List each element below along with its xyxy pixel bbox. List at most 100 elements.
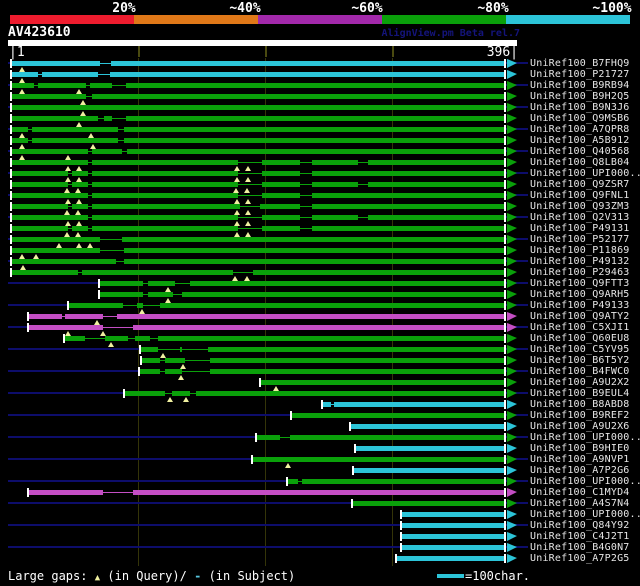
alignment-bar[interactable]	[12, 72, 505, 77]
hit-label[interactable]: UniRef100_P49132	[530, 256, 640, 267]
hit-label[interactable]: UniRef100_B6T5Y2	[530, 355, 640, 366]
hit-label[interactable]: UniRef100_A9NVP1	[530, 454, 640, 465]
hit-label[interactable]: UniRef100_UPI000..	[530, 509, 640, 520]
scale-segment-1	[10, 15, 134, 24]
hit-label[interactable]: UniRef100_A7QPR8	[530, 124, 640, 135]
alignment-bar[interactable]	[288, 479, 505, 484]
hit-label[interactable]: UniRef100_UPI000..	[530, 432, 640, 443]
hit-label[interactable]: UniRef100_A9U2X6	[530, 421, 640, 432]
alignment-bar[interactable]	[12, 237, 505, 242]
watermark-text: AlignView.pm Beta rel.7	[340, 28, 520, 39]
bar-end-tick	[504, 433, 506, 442]
hit-label[interactable]: UniRef100_Q2V313	[530, 212, 640, 223]
alignment-bar[interactable]	[323, 402, 505, 407]
hit-label[interactable]: UniRef100_Q9FNL1	[530, 190, 640, 201]
hit-label[interactable]: UniRef100_Q9ATY2	[530, 311, 640, 322]
hit-label[interactable]: UniRef100_C5YV95	[530, 344, 640, 355]
alignment-bar[interactable]	[402, 534, 505, 539]
alignment-bar[interactable]	[402, 545, 505, 550]
hit-label[interactable]: UniRef100_Q9ARH5	[530, 289, 640, 300]
hit-label[interactable]: UniRef100_A9U2X2	[530, 377, 640, 388]
bar-start-tick	[400, 521, 402, 530]
alignment-bar[interactable]	[12, 61, 505, 66]
alignment-bar[interactable]	[12, 116, 505, 121]
alignment-bar[interactable]	[353, 501, 505, 506]
hit-label[interactable]: UniRef100_Q9MSB6	[530, 113, 640, 124]
bar-end-tick	[504, 246, 506, 255]
hit-label[interactable]: UniRef100_Q60EU8	[530, 333, 640, 344]
bar-end-tick	[504, 323, 506, 332]
hit-label[interactable]: UniRef100_Q9ZSR7	[530, 179, 640, 190]
alignment-bar[interactable]	[29, 490, 505, 495]
alignment-row: UniRef100_UPI000..	[0, 168, 640, 179]
hit-label[interactable]: UniRef100_P49131	[530, 223, 640, 234]
hit-label[interactable]: UniRef100_C5XJI1	[530, 322, 640, 333]
bar-end-tick	[504, 169, 506, 178]
alignment-bar[interactable]	[351, 424, 505, 429]
hit-label[interactable]: UniRef100_B9REF2	[530, 410, 640, 421]
alignment-bar[interactable]	[12, 248, 505, 253]
alignment-bar[interactable]	[12, 127, 505, 132]
alignment-bar[interactable]	[100, 281, 505, 286]
hit-label[interactable]: UniRef100_P11869	[530, 245, 640, 256]
alignment-bar[interactable]	[100, 292, 505, 297]
hit-label[interactable]: UniRef100_B9N3J6	[530, 102, 640, 113]
subject-gap-dash-icon	[88, 173, 92, 174]
bar-end-tick	[504, 202, 506, 211]
alignment-bar[interactable]	[257, 435, 505, 440]
hit-label[interactable]: UniRef100_A5B912	[530, 135, 640, 146]
subject-gap-dash-icon	[175, 283, 190, 284]
alignment-bar[interactable]	[253, 457, 505, 462]
bar-end-tick	[504, 389, 506, 398]
hit-label[interactable]: UniRef100_Q84Y92	[530, 520, 640, 531]
bar-start-tick	[251, 455, 253, 464]
hit-label[interactable]: UniRef100_Q40568	[530, 146, 640, 157]
bar-arrow-icon	[507, 235, 517, 244]
hit-label[interactable]: UniRef100_P29463	[530, 267, 640, 278]
alignment-row: UniRef100_B4G0N7	[0, 542, 640, 553]
alignment-bar[interactable]	[125, 391, 505, 396]
alignment-bar[interactable]	[29, 325, 505, 330]
hit-label[interactable]: UniRef100_B9HIE0	[530, 443, 640, 454]
alignment-bar[interactable]	[402, 523, 505, 528]
alignment-bar[interactable]	[397, 556, 505, 561]
alignment-bar[interactable]	[29, 314, 505, 319]
hit-label[interactable]: UniRef100_Q8LB04	[530, 157, 640, 168]
bar-start-tick	[27, 323, 29, 332]
alignment-bar[interactable]	[12, 259, 505, 264]
alignment-bar[interactable]	[12, 138, 505, 143]
alignment-bar[interactable]	[12, 149, 505, 154]
subject-gap-dash-icon	[68, 173, 72, 174]
hit-label[interactable]: UniRef100_A4S7N4	[530, 498, 640, 509]
alignment-bar[interactable]	[356, 446, 505, 451]
hit-label[interactable]: UniRef100_B7FHQ9	[530, 58, 640, 69]
alignment-bar[interactable]	[354, 468, 505, 473]
hit-label[interactable]: UniRef100_P52177	[530, 234, 640, 245]
alignment-row: UniRef100_Q9FNL1	[0, 190, 640, 201]
hit-label[interactable]: UniRef100_C1MYD4	[530, 487, 640, 498]
hit-label[interactable]: UniRef100_P21727	[530, 69, 640, 80]
hit-label[interactable]: UniRef100_A7P2G5	[530, 553, 640, 564]
alignment-bar[interactable]	[292, 413, 505, 418]
hit-label[interactable]: UniRef100_B9RB94	[530, 80, 640, 91]
hit-label[interactable]: UniRef100_C4J2T1	[530, 531, 640, 542]
alignment-bar[interactable]	[261, 380, 505, 385]
subject-gap-dash-icon	[38, 74, 42, 75]
hit-label[interactable]: UniRef100_Q9FTT3	[530, 278, 640, 289]
alignment-bar[interactable]	[402, 512, 505, 517]
alignment-row: UniRef100_Q9ZSR7	[0, 179, 640, 190]
hit-label[interactable]: UniRef100_B4G0N7	[530, 542, 640, 553]
alignment-bar[interactable]	[12, 270, 505, 275]
alignment-bar[interactable]	[12, 105, 505, 110]
hit-label[interactable]: UniRef100_P49133	[530, 300, 640, 311]
hit-label[interactable]: UniRef100_UPI000..	[530, 168, 640, 179]
hit-label[interactable]: UniRef100_UPI000..	[530, 476, 640, 487]
hit-label[interactable]: UniRef100_Q93ZM3	[530, 201, 640, 212]
hit-label[interactable]: UniRef100_B9H2Q5	[530, 91, 640, 102]
hit-label[interactable]: UniRef100_B9EUL4	[530, 388, 640, 399]
bar-end-tick	[504, 158, 506, 167]
hit-label[interactable]: UniRef100_A7P2G6	[530, 465, 640, 476]
hit-label[interactable]: UniRef100_B4FWC0	[530, 366, 640, 377]
hit-label[interactable]: UniRef100_B8ABD8	[530, 399, 640, 410]
bar-arrow-icon	[507, 510, 517, 519]
